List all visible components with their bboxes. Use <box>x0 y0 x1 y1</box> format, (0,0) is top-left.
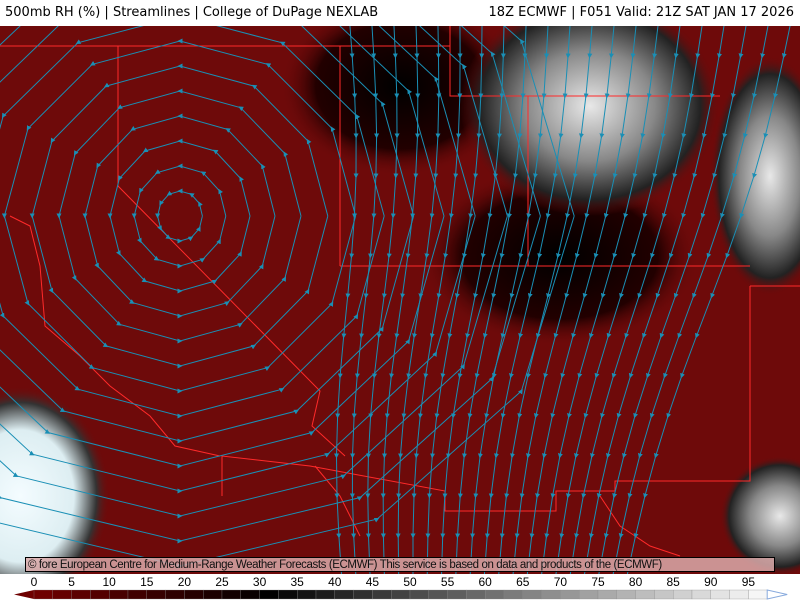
header: 500mb RH (%) | Streamlines | College of … <box>0 0 800 26</box>
colorbar-segment <box>278 589 298 600</box>
colorbar-segment <box>33 589 53 600</box>
colorbar-segment <box>729 589 749 600</box>
colorbar-tick: 20 <box>177 575 192 589</box>
colorbar-segment <box>522 589 542 600</box>
map-title: 500mb RH (%) | Streamlines | College of … <box>5 5 379 20</box>
colorbar-tick: 0 <box>30 575 38 589</box>
colorbar-tick: 30 <box>252 575 267 589</box>
colorbar-tick: 10 <box>102 575 116 589</box>
colorbar-segment <box>560 589 580 600</box>
colorbar-segment <box>447 589 467 600</box>
colorbar-segment <box>240 589 260 600</box>
colorbar-segment <box>315 589 335 600</box>
colorbar-segment <box>428 589 448 600</box>
colorbar-segment <box>541 589 561 600</box>
colorbar-segment <box>691 589 711 600</box>
colorbar-tick: 85 <box>666 575 680 589</box>
colorbar-labels: 0 5 10 15 20 25 30 35 40 45 50 55 60 65 70 75 80 85 90 95 <box>0 575 800 589</box>
colorbar-extend-low <box>14 590 34 599</box>
colorbar-segment <box>109 589 129 600</box>
colorbar-tick: 35 <box>290 575 304 589</box>
colorbar-tick: 90 <box>704 575 718 589</box>
valid-time: 18Z ECMWF | F051 Valid: 21Z SAT JAN 17 2… <box>488 5 794 20</box>
colorbar-segment <box>748 589 768 600</box>
colorbar-segment <box>485 589 505 600</box>
colorbar-tick: 70 <box>553 575 568 589</box>
colorbar-tick: 5 <box>68 575 75 589</box>
colorbar-segment <box>579 589 599 600</box>
colorbar-tick: 95 <box>741 575 756 589</box>
colorbar-tick: 60 <box>478 575 492 589</box>
colorbar-segment <box>654 589 674 600</box>
colorbar-segment <box>127 589 147 600</box>
attribution: © fore European Centre for Medium-Range … <box>25 557 775 572</box>
colorbar-tick: 45 <box>365 575 380 589</box>
colorbar <box>14 589 788 600</box>
colorbar-tick: 80 <box>628 575 643 589</box>
colorbar-segment <box>146 589 166 600</box>
colorbar-tick: 65 <box>516 575 530 589</box>
colorbar-segment <box>353 589 373 600</box>
colorbar-segment <box>635 589 655 600</box>
colorbar-segment <box>334 589 354 600</box>
colorbar-tick: 50 <box>403 575 417 589</box>
colorbar-segment <box>409 589 429 600</box>
colorbar-segment <box>466 589 486 600</box>
colorbar-segment <box>616 589 636 600</box>
colorbar-segment <box>221 589 241 600</box>
colorbar-segment <box>71 589 91 600</box>
weather-map <box>0 26 800 574</box>
colorbar-segment <box>184 589 204 600</box>
colorbar-segment <box>710 589 730 600</box>
colorbar-segment <box>372 589 392 600</box>
colorbar-tick: 25 <box>215 575 229 589</box>
colorbar-segment <box>673 589 693 600</box>
colorbar-tick: 15 <box>140 575 154 589</box>
colorbar-tick: 55 <box>440 575 455 589</box>
colorbar-segment <box>259 589 279 600</box>
colorbar-segment <box>597 589 617 600</box>
colorbar-segment <box>503 589 523 600</box>
colorbar-tick: 40 <box>328 575 342 589</box>
colorbar-segment <box>165 589 185 600</box>
colorbar-segment <box>391 589 411 600</box>
colorbar-segment <box>297 589 317 600</box>
colorbar-segment <box>52 589 72 600</box>
colorbar-segment <box>90 589 110 600</box>
colorbar-segment <box>203 589 223 600</box>
colorbar-tick: 75 <box>591 575 605 589</box>
colorbar-extend-high <box>766 589 788 600</box>
